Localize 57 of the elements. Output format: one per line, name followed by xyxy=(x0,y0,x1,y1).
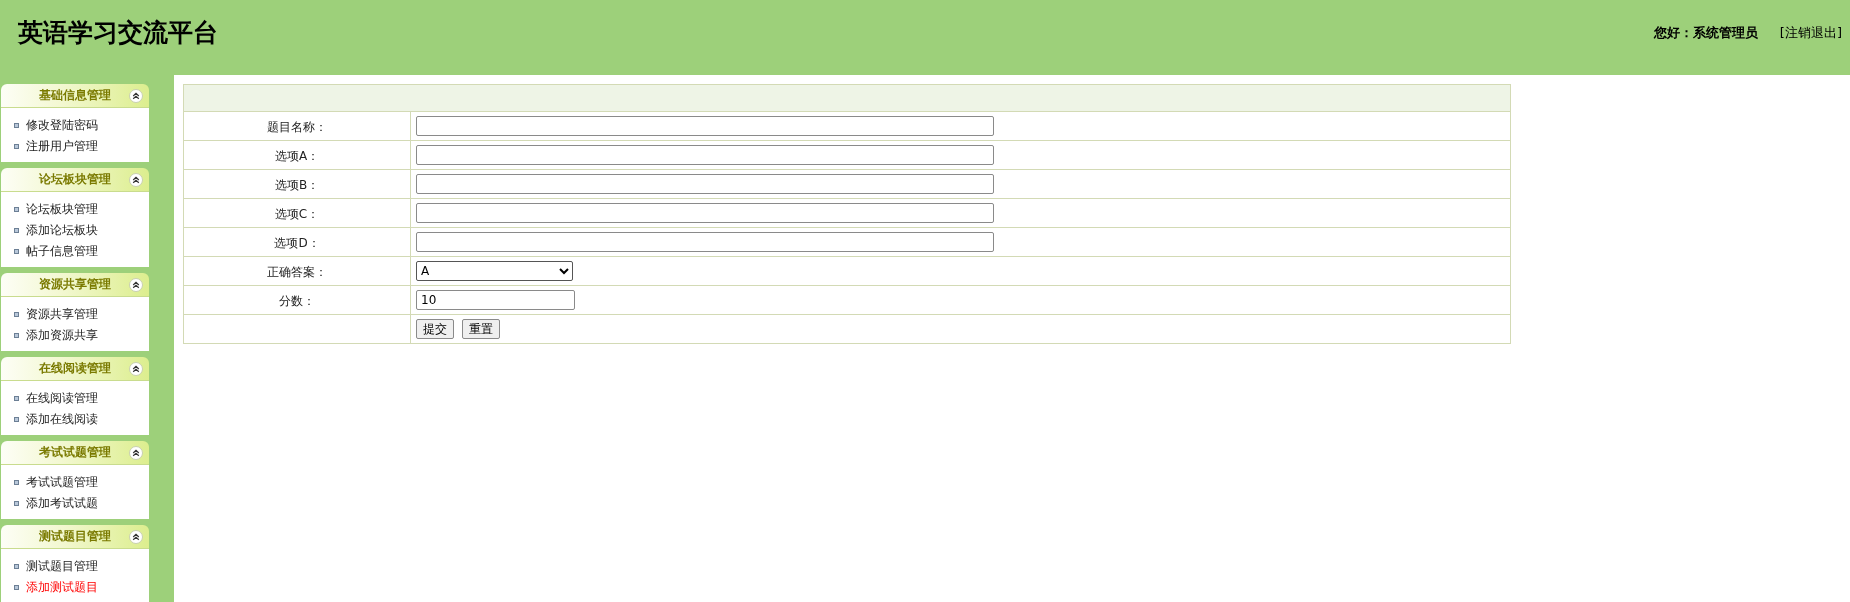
double-chevron-up-icon[interactable] xyxy=(129,278,143,292)
menu-group-header[interactable]: 考试试题管理 xyxy=(1,441,149,465)
square-bullet-icon xyxy=(14,585,19,590)
menu-item[interactable]: 添加在线阅读 xyxy=(26,411,98,428)
double-chevron-up-icon[interactable] xyxy=(129,362,143,376)
double-chevron-up-icon[interactable] xyxy=(129,446,143,460)
square-bullet-icon xyxy=(14,123,19,128)
square-bullet-icon xyxy=(14,207,19,212)
menu-item[interactable]: 添加论坛板块 xyxy=(26,222,98,239)
menu-item[interactable]: 在线阅读管理 xyxy=(26,390,98,407)
menu-item[interactable]: 添加考试试题 xyxy=(26,495,98,512)
menu-item[interactable]: 论坛板块管理 xyxy=(26,201,98,218)
field-label: 分数： xyxy=(279,294,315,308)
greeting-text: 您好：系统管理员 xyxy=(1653,24,1758,42)
input-field[interactable] xyxy=(416,232,994,252)
field-label: 正确答案： xyxy=(267,265,327,279)
field-label: 选项B： xyxy=(274,178,320,192)
field-label: 题目名称： xyxy=(267,120,327,134)
menu-group-header[interactable]: 基础信息管理 xyxy=(1,84,149,108)
menu-group-header[interactable]: 论坛板块管理 xyxy=(1,168,149,192)
square-bullet-icon xyxy=(14,228,19,233)
site-title: 英语学习交流平台 xyxy=(18,17,218,49)
reset-button[interactable]: 重置 xyxy=(462,319,500,339)
field-label: 选项C： xyxy=(274,207,320,221)
menu-item[interactable]: 修改登陆密码 xyxy=(26,117,98,134)
square-bullet-icon xyxy=(14,417,19,422)
menu-item[interactable]: 考试试题管理 xyxy=(26,474,98,491)
input-field[interactable]: 10 xyxy=(416,290,575,310)
square-bullet-icon xyxy=(14,333,19,338)
square-bullet-icon xyxy=(14,144,19,149)
menu-item[interactable]: 帖子信息管理 xyxy=(26,243,98,260)
input-field[interactable] xyxy=(416,145,994,165)
menu-item[interactable]: 资源共享管理 xyxy=(26,306,98,323)
square-bullet-icon xyxy=(14,564,19,569)
double-chevron-up-icon[interactable] xyxy=(129,530,143,544)
square-bullet-icon xyxy=(14,249,19,254)
menu-item[interactable]: 测试题目管理 xyxy=(26,558,98,575)
square-bullet-icon xyxy=(14,501,19,506)
menu-group-header[interactable]: 资源共享管理 xyxy=(1,273,149,297)
menu-group-header[interactable]: 测试题目管理 xyxy=(1,525,149,549)
select-field[interactable]: A xyxy=(416,261,573,281)
square-bullet-icon xyxy=(14,396,19,401)
double-chevron-up-icon[interactable] xyxy=(129,89,143,103)
square-bullet-icon xyxy=(14,480,19,485)
menu-item[interactable]: 添加资源共享 xyxy=(26,327,98,344)
field-label: 选项A： xyxy=(274,149,320,163)
input-field[interactable] xyxy=(416,203,994,223)
field-label: 选项D： xyxy=(274,236,320,250)
input-field[interactable] xyxy=(416,116,994,136)
input-field[interactable] xyxy=(416,174,994,194)
double-chevron-up-icon[interactable] xyxy=(129,173,143,187)
logout-link[interactable]: [注销退出] xyxy=(1779,24,1842,42)
square-bullet-icon xyxy=(14,312,19,317)
menu-item[interactable]: 添加测试题目 xyxy=(26,579,98,596)
menu-item[interactable]: 注册用户管理 xyxy=(26,138,98,155)
submit-button[interactable]: 提交 xyxy=(416,319,454,339)
menu-group-header[interactable]: 在线阅读管理 xyxy=(1,357,149,381)
